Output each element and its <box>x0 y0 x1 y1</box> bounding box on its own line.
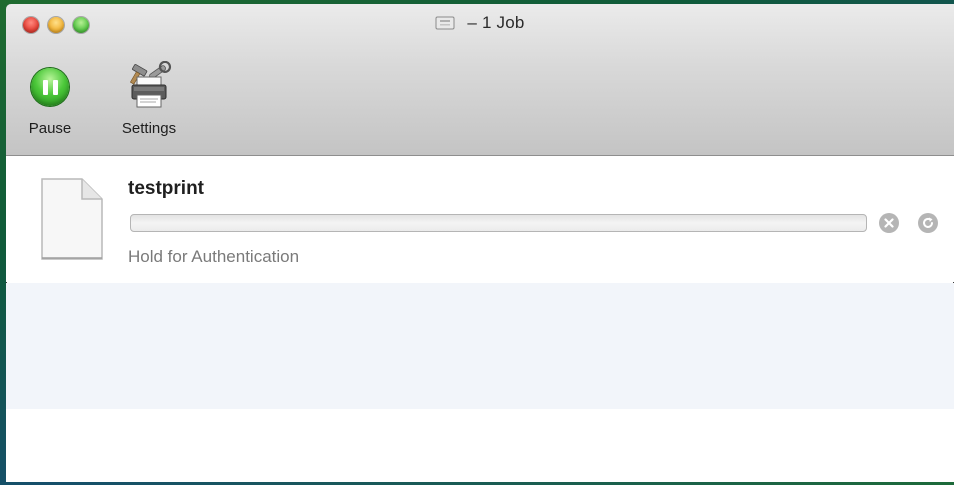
resume-job-button[interactable] <box>918 213 938 233</box>
title-bar: – 1 Job Pause Settings <box>6 4 954 156</box>
document-icon <box>41 178 103 260</box>
print-queue-window: – 1 Job Pause Settings testprint Hold fo… <box>6 4 954 482</box>
settings-label: Settings <box>121 120 177 137</box>
cancel-icon <box>884 218 894 228</box>
job-progress-bar <box>130 214 867 232</box>
resume-icon <box>923 217 933 228</box>
settings-button[interactable]: Settings <box>104 56 194 137</box>
job-list: testprint Hold for Authentication <box>6 156 954 482</box>
job-row[interactable]: testprint Hold for Authentication <box>6 156 954 282</box>
cancel-job-button[interactable] <box>879 213 899 233</box>
window-title-area: – 1 Job <box>6 13 954 33</box>
pause-button[interactable]: Pause <box>22 56 78 137</box>
empty-list-row <box>6 283 954 409</box>
empty-list-row <box>6 409 954 482</box>
pause-icon <box>31 68 69 106</box>
job-name: testprint <box>128 178 204 199</box>
printer-icon <box>435 16 455 30</box>
printer-settings-icon <box>129 61 172 108</box>
pause-label: Pause <box>28 120 72 137</box>
job-status: Hold for Authentication <box>128 247 300 266</box>
window-title: – 1 Job <box>467 13 525 32</box>
